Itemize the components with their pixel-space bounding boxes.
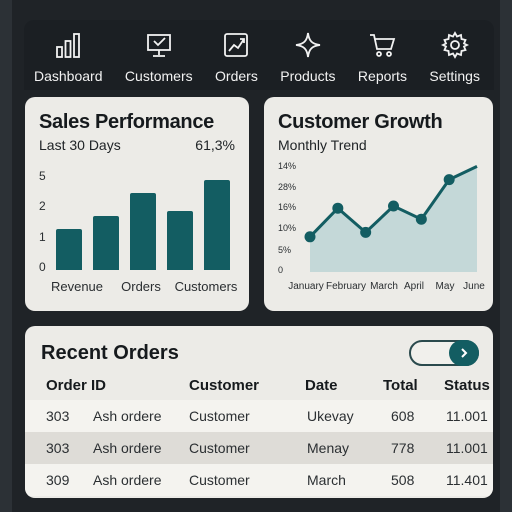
card-subtitle: Last 30 Days [39,137,121,153]
y-tick-label: 16% [278,202,297,212]
bar-chart-icon [56,33,81,58]
cell-order-id: 303 Ash ordere [25,400,174,432]
cell-order-id: 303 Ash ordere [25,432,174,464]
nav-item-products[interactable]: Products [280,20,336,90]
nav-item-settings[interactable]: Settings [429,20,480,90]
data-point [415,213,427,225]
table-row[interactable]: 303 Ash ordere Customer Ukevay 608 11.001 [25,400,493,432]
cell-customer: Customer [189,472,250,488]
col-header: Date [305,376,338,394]
y-tick-label: 2 [39,199,46,213]
table-row[interactable]: 303 Ash ordere Customer Menay 778 11.001 [25,432,493,464]
bar [56,228,82,270]
growth-plot [304,165,478,272]
orders-table: Order ID Customer Date Total Status 303 A… [25,370,493,496]
card-title: Sales Performance [39,111,214,133]
gear-icon [440,31,469,59]
y-tick-label: 5% [278,245,292,255]
col-header: Customer [189,376,260,394]
top-nav: Dashboard Customers Orders Products Repo… [24,20,494,90]
nav-label: Products [280,68,336,84]
order-name: Ash ordere [93,408,162,424]
sales-stat: 61,3% [195,137,235,153]
bar [93,215,119,270]
trend-chart-icon [224,33,249,57]
orders-toggle[interactable] [409,340,479,366]
x-tick-label: June [463,281,485,292]
table-row[interactable]: 309 Ash ordere Customer March 508 11.401 [25,464,493,496]
order-name: Ash ordere [93,440,162,456]
customer-growth-card: Customer Growth Monthly Trend 14% 28% 16% 1… [264,97,493,311]
cell-status: 11.401 [446,472,488,488]
bar [204,179,230,270]
monitor-icon [146,34,171,57]
nav-label: Reports [357,68,407,84]
order-id: 303 [46,408,70,424]
order-name: Ash ordere [93,472,162,488]
sales-performance-card: Sales Performance Last 30 Days 61,3% 5 2 1… [25,97,249,311]
nav-label: Orders [215,68,258,84]
nav-label: Dashboard [34,68,103,84]
nav-item-customers[interactable]: Customers [125,20,193,90]
bar [167,210,193,270]
nav-label: Settings [429,68,480,84]
cart-icon [370,34,396,57]
cell-total: 508 [391,472,415,488]
table-header: Order ID Customer Date Total Status [25,370,493,400]
cell-customer: Customer [189,440,250,456]
col-header: Status [444,376,490,394]
orders-title: Recent Orders [41,342,179,364]
order-id: 303 [46,440,70,456]
nav-label: Customers [124,68,193,84]
cell-total: 778 [391,440,415,456]
cell-status: 11.001 [446,408,488,424]
cell-date: Ukevay [307,408,354,424]
data-point [388,200,399,212]
data-point [443,174,455,186]
cell-date: Menay [307,440,350,456]
sparkle-icon [295,32,321,58]
x-tick-label: Customers [174,279,238,294]
nav-item-reports[interactable]: Reports [358,20,407,90]
toggle-knob[interactable] [449,340,479,366]
bar [130,192,156,270]
nav-item-dashboard[interactable]: Dashboard [34,20,103,90]
cell-date: March [307,472,346,488]
y-tick-label: 5 [39,169,46,183]
y-tick-label: 1 [39,230,46,244]
col-header: Total [383,376,418,394]
y-tick-label: 10% [278,223,297,233]
data-point [304,231,316,243]
recent-orders-card: Recent Orders Order ID Customer Date Tot… [25,326,493,498]
nav-item-orders[interactable]: Orders [215,20,258,90]
data-point [332,202,344,214]
y-tick-label: 28% [278,182,297,192]
cell-order-id: 309 Ash ordere [25,464,174,496]
y-tick-label: 14% [278,161,297,171]
col-header: Order ID [46,376,107,394]
chevron-right-icon [461,348,468,358]
y-tick-label: 0 [39,260,46,274]
order-id: 309 [46,472,70,488]
cell-total: 608 [391,408,415,424]
y-tick-label: 0 [278,265,284,275]
cell-customer: Customer [189,408,250,424]
data-point [360,226,372,238]
cell-status: 11.001 [446,440,488,456]
